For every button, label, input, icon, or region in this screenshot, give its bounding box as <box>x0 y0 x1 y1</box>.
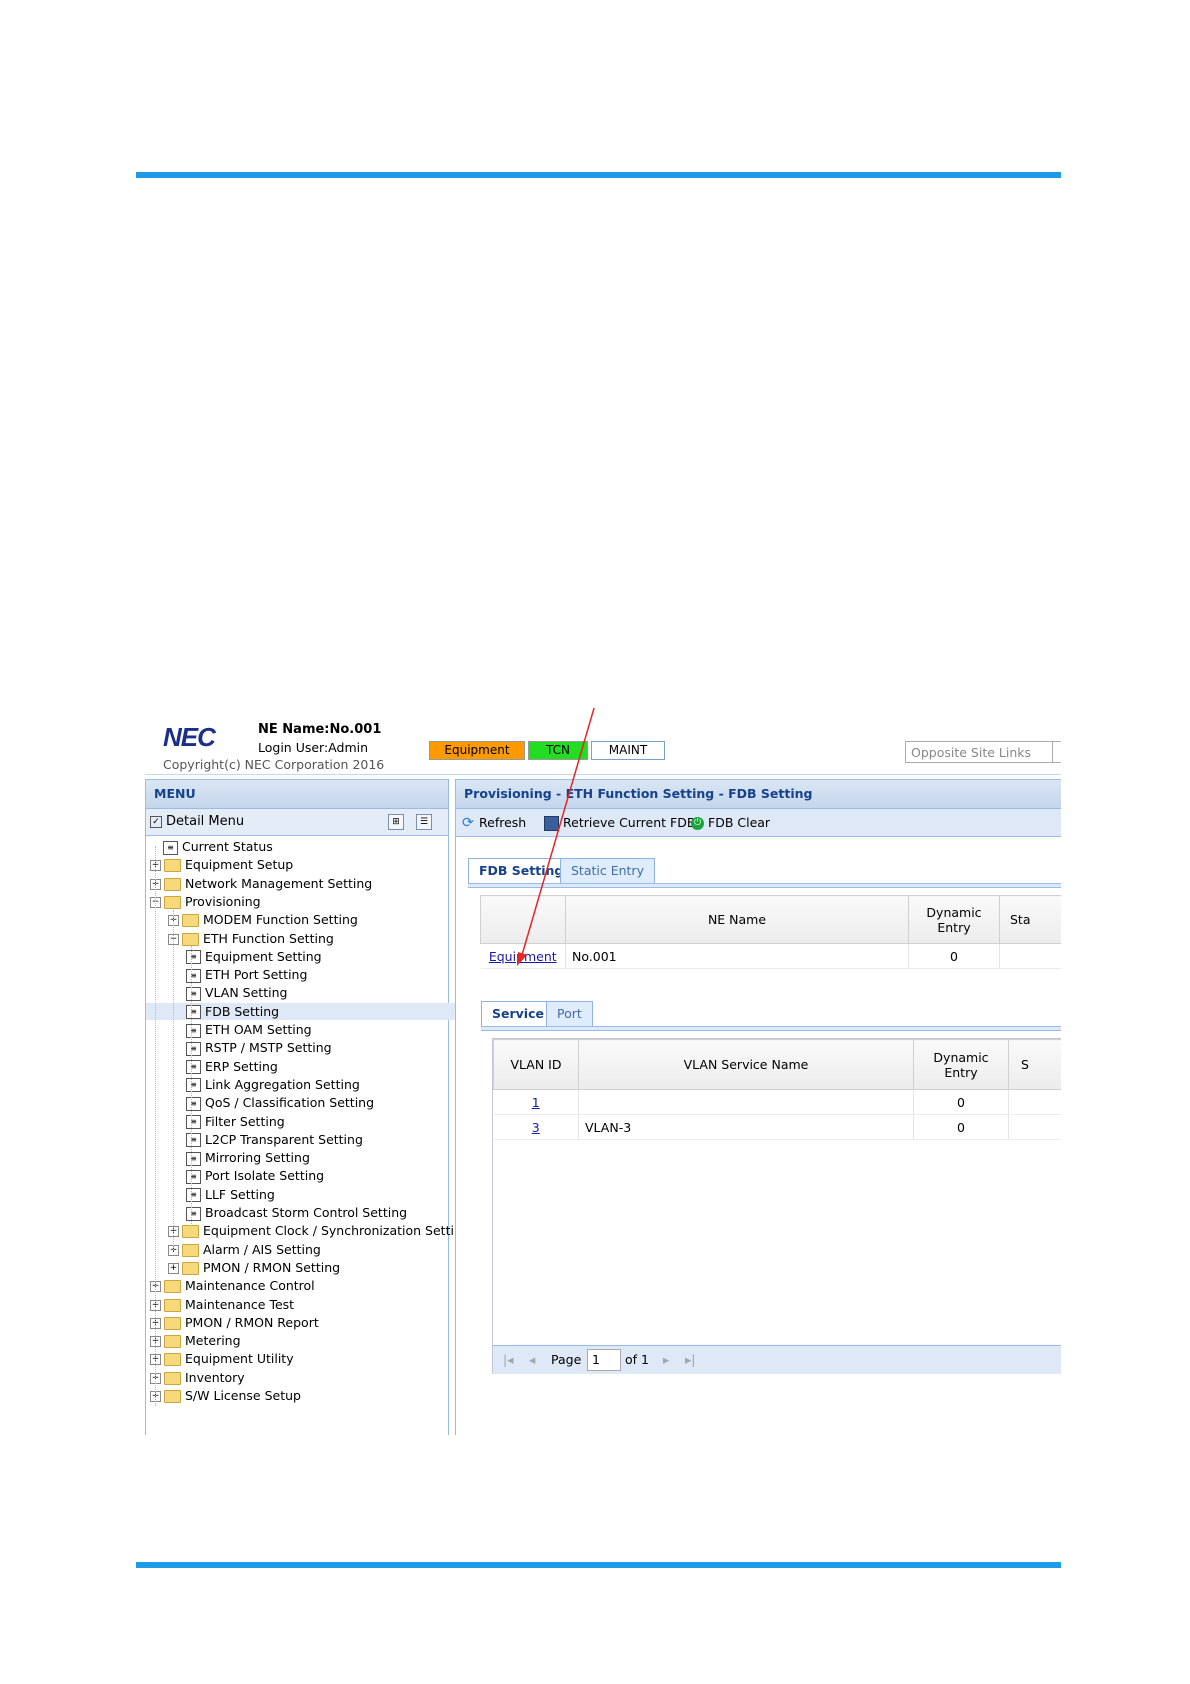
screenshot-frame: NEC NE Name:No.001 Login User:Admin Copy… <box>145 708 1061 1435</box>
bottom-rule <box>136 1562 1061 1568</box>
top-rule <box>136 172 1061 178</box>
arrow-head <box>517 952 527 966</box>
annotation-arrow <box>517 708 595 966</box>
arrow-line <box>521 708 595 956</box>
